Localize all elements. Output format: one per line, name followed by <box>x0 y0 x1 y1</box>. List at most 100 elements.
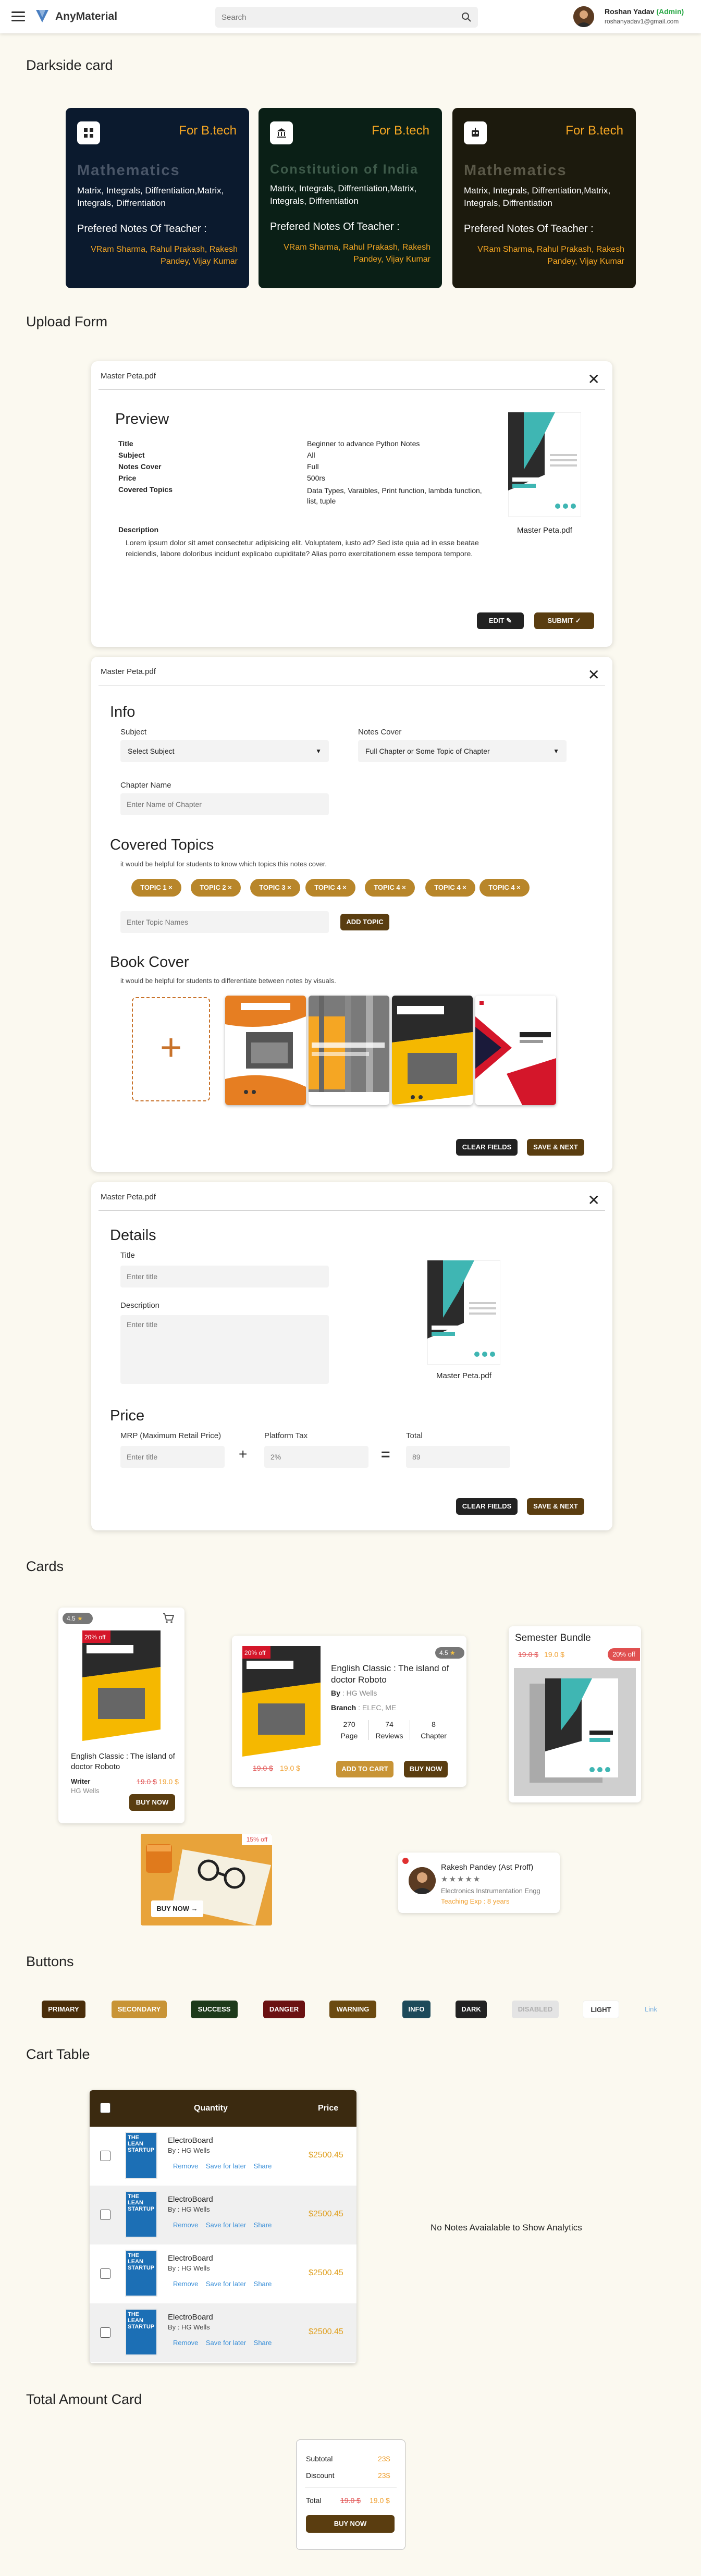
stat-reviews: 74 Reviews <box>368 1720 410 1740</box>
row-key: Title <box>118 439 133 448</box>
close-icon[interactable]: ✕ <box>588 1192 600 1209</box>
clear-fields-button[interactable]: CLEAR FIELDS <box>456 1139 518 1156</box>
dark-card[interactable]: For B.tech Constitution of India Matrix,… <box>259 108 442 288</box>
search-icon[interactable] <box>461 12 472 22</box>
promo-card[interactable]: 15% off BUY NOW → <box>141 1834 272 1925</box>
warning-button[interactable]: WARNING <box>329 2001 376 2018</box>
menu-icon[interactable] <box>11 11 25 21</box>
save-next-button[interactable]: SAVE & NEXT <box>527 1498 584 1515</box>
row-value: Data Types, Varaibles, Print function, l… <box>307 486 482 505</box>
cover-option[interactable] <box>392 996 473 1105</box>
new-price: 19.0 $ <box>544 1650 564 1659</box>
topic-chip[interactable]: TOPIC 2 × <box>191 879 241 897</box>
dark-card[interactable]: For B.tech Mathematics Matrix, Integrals… <box>66 108 249 288</box>
close-icon[interactable]: ✕ <box>588 371 600 388</box>
row-checkbox[interactable] <box>100 2268 110 2279</box>
buy-now-button[interactable]: BUY NOW <box>306 2515 395 2533</box>
tax-label: Platform Tax <box>264 1431 308 1440</box>
search-bar[interactable] <box>215 7 478 28</box>
buttons-heading: Buttons <box>26 1954 74 1969</box>
description-input[interactable] <box>120 1315 329 1384</box>
primary-button[interactable]: PRIMARY <box>42 2001 85 2018</box>
buy-now-button[interactable]: BUY NOW → <box>151 1900 203 1917</box>
topic-input[interactable] <box>120 911 329 933</box>
cover-image <box>427 1260 500 1365</box>
save-later-link[interactable]: Save for later <box>206 2280 246 2288</box>
submit-button[interactable]: SUBMIT ✓ <box>534 612 594 629</box>
dark-card[interactable]: For B.tech Mathematics Matrix, Integrals… <box>452 108 636 288</box>
remove-link[interactable]: Remove <box>173 2339 198 2347</box>
discount-text: 20% off <box>84 1634 106 1641</box>
share-link[interactable]: Share <box>254 2162 272 2170</box>
topic-chip[interactable]: TOPIC 1 × <box>131 879 181 897</box>
table-row: THE LEAN STARTUP ElectroBoard By : HG We… <box>90 2127 356 2186</box>
item-title: ElectroBoard <box>168 2313 213 2322</box>
add-cover-button[interactable]: + <box>132 997 210 1101</box>
topic-chip[interactable]: TOPIC 4 × <box>365 879 415 897</box>
light-button[interactable]: LIGHT <box>583 2001 619 2018</box>
add-topic-button[interactable]: ADD TOPIC <box>340 914 389 930</box>
product-card[interactable]: 4.5 ★ 20% off English Classic : The isla… <box>58 1608 185 1823</box>
tax-input[interactable] <box>264 1446 368 1468</box>
share-link[interactable]: Share <box>254 2339 272 2347</box>
cover-option[interactable] <box>225 996 306 1105</box>
subject-select[interactable]: Select Subject ▼ <box>120 740 329 762</box>
close-icon[interactable]: ✕ <box>588 666 600 683</box>
item-title: ElectroBoard <box>168 2254 213 2263</box>
topic-chip[interactable]: TOPIC 4 × <box>479 879 530 897</box>
buy-now-button[interactable]: BUY NOW <box>404 1761 448 1777</box>
product-card-horizontal[interactable]: 20% off 4.5 ★ English Classic : The isla… <box>232 1636 466 1787</box>
row-checkbox[interactable] <box>100 2327 110 2338</box>
file-name: Master Peta.pdf <box>101 667 156 676</box>
card-title: English Classic : The island of doctor R… <box>71 1752 175 1771</box>
add-to-cart-button[interactable]: ADD TO CART <box>336 1761 393 1777</box>
share-link[interactable]: Share <box>254 2280 272 2288</box>
total-input[interactable] <box>406 1446 510 1468</box>
danger-button[interactable]: DANGER <box>263 2001 305 2018</box>
bundle-card[interactable]: Semester Bundle 19.0 $ 19.0 $ 20% off <box>509 1626 641 1802</box>
avatar[interactable] <box>573 6 594 27</box>
chapter-input[interactable] <box>120 793 329 815</box>
item-price: $2500.45 <box>309 2210 343 2218</box>
item-price: $2500.45 <box>309 2151 343 2160</box>
item-author: By : HG Wells <box>168 2323 210 2331</box>
teacher-card[interactable]: Rakesh Pandey (Ast Proff) ★★★★★ Electron… <box>398 1853 560 1913</box>
item-title: ElectroBoard <box>168 2136 213 2145</box>
book-cover-title: Book Cover <box>110 954 189 971</box>
topic-chip[interactable]: TOPIC 4 × <box>305 879 355 897</box>
remove-link[interactable]: Remove <box>173 2221 198 2229</box>
share-link[interactable]: Share <box>254 2221 272 2229</box>
remove-link[interactable]: Remove <box>173 2280 198 2288</box>
row-checkbox[interactable] <box>100 2210 110 2220</box>
remove-link[interactable]: Remove <box>173 2162 198 2170</box>
save-later-link[interactable]: Save for later <box>206 2339 246 2347</box>
save-later-link[interactable]: Save for later <box>206 2162 246 2170</box>
file-name: Master Peta.pdf <box>101 372 156 381</box>
save-next-button[interactable]: SAVE & NEXT <box>527 1139 584 1156</box>
preview-title: Preview <box>115 411 169 427</box>
cover-option[interactable] <box>309 996 389 1105</box>
bundle-title: Semester Bundle <box>515 1633 591 1643</box>
edit-button[interactable]: EDIT ✎ <box>477 612 524 629</box>
mrp-input[interactable] <box>120 1446 225 1468</box>
cover-option[interactable] <box>475 996 556 1105</box>
success-button[interactable]: SUCCESS <box>191 2001 238 2018</box>
cover-select[interactable]: Full Chapter or Some Topic of Chapter ▼ <box>358 740 567 762</box>
card-description: Matrix, Integrals, Diffrentiation,Matrix… <box>77 186 224 208</box>
row-checkbox[interactable] <box>100 2151 110 2161</box>
buy-now-button[interactable]: BUY NOW <box>129 1794 175 1811</box>
save-later-link[interactable]: Save for later <box>206 2221 246 2229</box>
search-input[interactable] <box>215 7 445 28</box>
link-button[interactable]: Link <box>639 2001 663 2018</box>
brand-name[interactable]: AnyMaterial <box>55 10 117 23</box>
title-input[interactable] <box>120 1266 329 1287</box>
dark-button[interactable]: DARK <box>456 2001 487 2018</box>
cart-icon[interactable] <box>163 1613 174 1623</box>
topic-chip[interactable]: TOPIC 4 × <box>425 879 475 897</box>
info-button[interactable]: INFO <box>402 2001 431 2018</box>
clear-fields-button[interactable]: CLEAR FIELDS <box>456 1498 518 1515</box>
select-all-checkbox[interactable] <box>100 2103 110 2113</box>
topic-chip[interactable]: TOPIC 3 × <box>250 879 300 897</box>
topics-hint: it would be helpful for students to know… <box>120 860 327 868</box>
secondary-button[interactable]: SECONDARY <box>112 2001 167 2018</box>
